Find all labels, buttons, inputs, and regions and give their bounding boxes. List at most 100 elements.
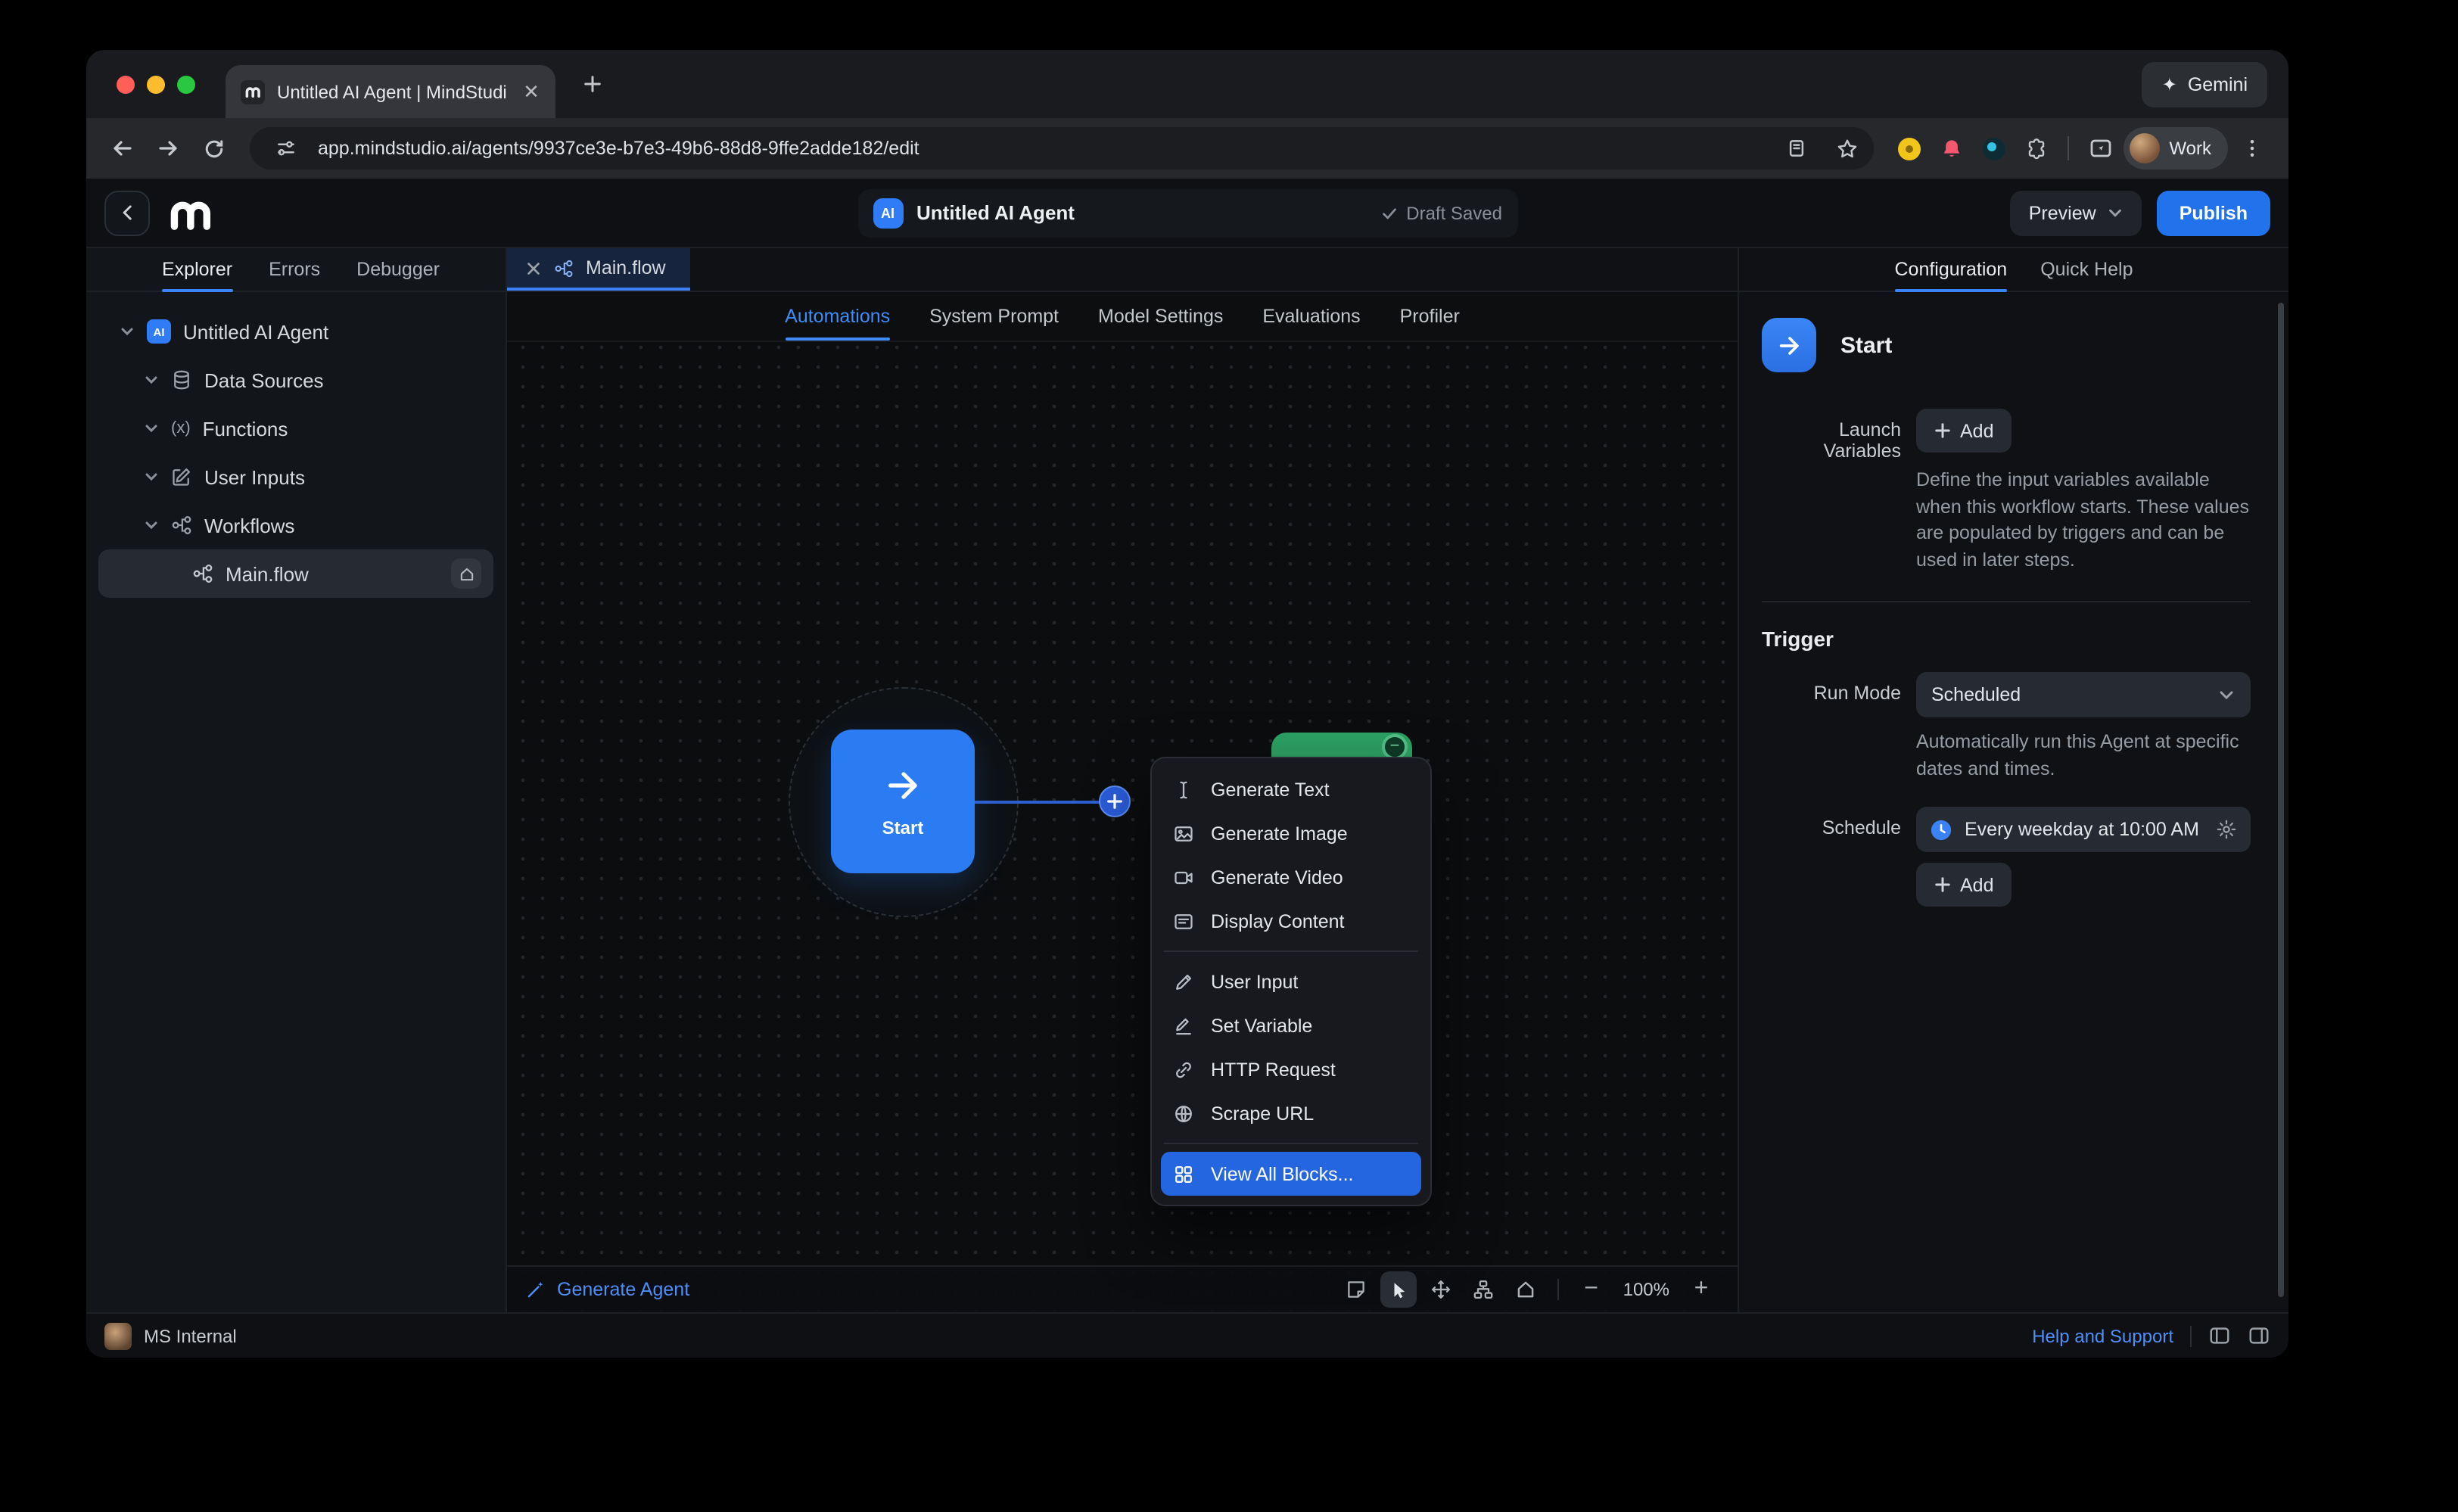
tree-item-user-inputs[interactable]: User Inputs — [98, 453, 493, 501]
workspace-avatar[interactable] — [104, 1322, 132, 1349]
link-icon — [1173, 1059, 1196, 1080]
browser-toolbar: app.mindstudio.ai/agents/9937ce3e-b7e3-4… — [86, 118, 2288, 179]
schedule-entry[interactable]: Every weekday at 10:00 AM — [1916, 807, 2251, 852]
url-text[interactable]: app.mindstudio.ai/agents/9937ce3e-b7e3-4… — [318, 138, 1765, 159]
panel-toggle-left-icon[interactable] — [2208, 1324, 2231, 1347]
site-settings-icon[interactable] — [268, 130, 304, 166]
subnav-automations[interactable]: Automations — [785, 292, 890, 341]
menu-item-display-content[interactable]: Display Content — [1161, 899, 1421, 943]
add-schedule-button[interactable]: Add — [1916, 863, 2012, 907]
extension-icon-bell[interactable] — [1931, 129, 1971, 168]
menu-item-scrape-url[interactable]: Scrape URL — [1161, 1091, 1421, 1135]
move-tool-icon[interactable] — [1423, 1271, 1460, 1308]
forward-icon[interactable] — [147, 127, 189, 170]
menu-item-generate-text[interactable]: Generate Text — [1161, 767, 1421, 811]
menu-item-view-all-blocks[interactable]: View All Blocks... — [1161, 1152, 1421, 1196]
maximize-window-button[interactable] — [177, 75, 195, 93]
menu-item-user-input[interactable]: User Input — [1161, 960, 1421, 1003]
tab-debugger[interactable]: Debugger — [356, 248, 440, 291]
side-panel-icon[interactable] — [2081, 129, 2120, 168]
mindstudio-logo-icon[interactable] — [170, 194, 215, 231]
arrow-right-icon — [1776, 332, 1802, 358]
agent-title-bar[interactable]: AI Untitled AI Agent Draft Saved — [857, 188, 1517, 237]
publish-button[interactable]: Publish — [2157, 190, 2270, 235]
save-to-collection-icon[interactable] — [1778, 130, 1815, 166]
url-bar[interactable]: app.mindstudio.ai/agents/9937ce3e-b7e3-4… — [250, 127, 1874, 170]
browser-tab[interactable]: Untitled AI Agent | MindStudi ✕ — [226, 65, 555, 118]
chevron-down-icon[interactable] — [144, 421, 159, 436]
chevron-down-icon — [2217, 686, 2236, 704]
new-tab-button[interactable] — [574, 66, 610, 102]
back-icon[interactable] — [101, 127, 144, 170]
menu-item-set-variable[interactable]: Set Variable — [1161, 1003, 1421, 1047]
workflow-canvas[interactable]: Automations System Prompt Model Settings… — [507, 292, 1738, 1312]
zoom-level[interactable]: 100% — [1623, 1279, 1669, 1300]
collapse-node-icon[interactable]: − — [1382, 734, 1408, 760]
check-icon — [1380, 204, 1399, 222]
extension-icon-yellow[interactable] — [1889, 129, 1928, 168]
app-back-button[interactable] — [104, 190, 150, 235]
flow-tab-label: Main.flow — [586, 257, 666, 278]
minimize-window-button[interactable] — [147, 75, 165, 93]
chevron-down-icon[interactable] — [144, 469, 159, 484]
workflow-icon — [171, 515, 192, 536]
status-separator — [2190, 1325, 2192, 1346]
tree-item-functions[interactable]: (x) Functions — [98, 404, 493, 453]
auto-layout-icon[interactable] — [1466, 1271, 1502, 1308]
gemini-button[interactable]: ✦ Gemini — [2142, 61, 2267, 107]
gear-icon[interactable] — [2216, 819, 2237, 840]
subnav-model-settings[interactable]: Model Settings — [1098, 292, 1223, 341]
help-and-support-link[interactable]: Help and Support — [2032, 1325, 2173, 1346]
start-node[interactable]: Start — [831, 730, 975, 873]
sparkle-icon: ✦ — [2162, 73, 2177, 95]
chevron-down-icon[interactable] — [144, 372, 159, 387]
reload-icon[interactable] — [192, 127, 235, 170]
subnav-evaluations[interactable]: Evaluations — [1262, 292, 1360, 341]
tab-quick-help[interactable]: Quick Help — [2040, 248, 2133, 291]
extensions-puzzle-icon[interactable] — [2016, 129, 2055, 168]
launch-variables-description: Define the input variables available whe… — [1916, 468, 2251, 574]
subnav-profiler[interactable]: Profiler — [1400, 292, 1460, 341]
config-body: Start Launch Variables Add Define the in… — [1739, 292, 2288, 1312]
bookmark-star-icon[interactable] — [1828, 130, 1865, 166]
tree-item-data-sources[interactable]: Data Sources — [98, 356, 493, 404]
home-view-icon[interactable] — [1508, 1271, 1545, 1308]
chevron-down-icon[interactable] — [144, 518, 159, 533]
add-launch-variable-button[interactable]: Add — [1916, 409, 2012, 453]
close-tab-icon[interactable] — [525, 260, 542, 276]
browser-profile-chip[interactable]: Work — [2124, 127, 2228, 170]
tab-explorer[interactable]: Explorer — [162, 248, 232, 291]
subnav-system-prompt[interactable]: System Prompt — [929, 292, 1059, 341]
select-tool-icon[interactable] — [1381, 1271, 1417, 1308]
menu-item-generate-video[interactable]: Generate Video — [1161, 855, 1421, 899]
zoom-in-button[interactable]: + — [1683, 1271, 1719, 1308]
flow-tab-main[interactable]: Main.flow — [507, 248, 690, 291]
chevron-down-icon — [2107, 204, 2124, 221]
menu-item-http-request[interactable]: HTTP Request — [1161, 1047, 1421, 1091]
tree-item-label: Functions — [203, 417, 288, 440]
preview-button[interactable]: Preview — [2011, 190, 2142, 235]
launch-variables-label: Launch Variables — [1762, 409, 1901, 574]
add-block-plus-button[interactable] — [1099, 786, 1131, 817]
tab-configuration[interactable]: Configuration — [1895, 248, 2008, 291]
menu-item-generate-image[interactable]: Generate Image — [1161, 811, 1421, 855]
function-icon: (x) — [171, 419, 191, 437]
tree-item-workflows[interactable]: Workflows — [98, 501, 493, 549]
tab-close-icon[interactable]: ✕ — [519, 79, 543, 104]
note-tool-icon[interactable] — [1339, 1271, 1375, 1308]
home-flow-badge — [451, 558, 481, 589]
browser-menu-icon[interactable] — [2231, 127, 2273, 170]
panel-scrollbar[interactable] — [2278, 303, 2284, 1297]
tree-item-agent-root[interactable]: AI Untitled AI Agent — [98, 307, 493, 356]
tab-errors[interactable]: Errors — [269, 248, 320, 291]
chevron-down-icon[interactable] — [120, 324, 135, 339]
run-mode-select[interactable]: Scheduled — [1916, 672, 2251, 717]
zoom-out-button[interactable]: − — [1573, 1271, 1610, 1308]
panel-toggle-right-icon[interactable] — [2248, 1324, 2270, 1347]
extension-icon-dark[interactable] — [1974, 129, 2013, 168]
generate-agent-button[interactable]: Generate Agent — [525, 1279, 689, 1300]
close-window-button[interactable] — [117, 75, 135, 93]
workspace-name[interactable]: MS Internal — [144, 1325, 237, 1346]
browser-tab-strip: Untitled AI Agent | MindStudi ✕ ✦ Gemini — [86, 50, 2288, 118]
tree-item-main-flow[interactable]: Main.flow — [98, 549, 493, 598]
